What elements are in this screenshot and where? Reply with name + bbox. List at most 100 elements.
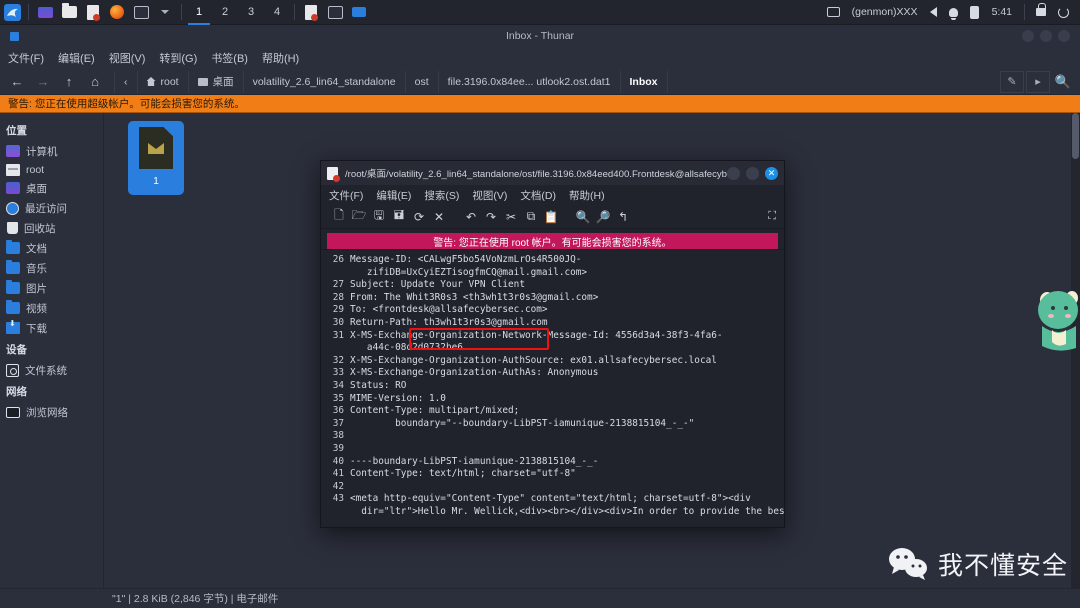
workspace-3[interactable]: 3 (238, 0, 264, 25)
menu-file[interactable]: 文件(F) (8, 50, 44, 66)
menu-view[interactable]: 视图(V) (109, 50, 146, 66)
sidebar-item-root[interactable]: root (0, 161, 103, 178)
pencil-icon[interactable]: ✎ (1000, 70, 1024, 93)
workspace-2[interactable]: 2 (212, 0, 238, 25)
sidebar-item-label: 计算机 (26, 145, 58, 158)
editor-menu-help[interactable]: 帮助(H) (569, 188, 605, 203)
sidebar-item-label: 桌面 (26, 182, 47, 195)
menu-edit[interactable]: 编辑(E) (58, 50, 95, 66)
thunar-titlebar[interactable]: Inbox - Thunar (0, 25, 1080, 47)
sidebar-item-label: 文档 (26, 242, 47, 255)
whisker-menu-icon[interactable] (0, 0, 24, 25)
editor-window-controls: ✕ (727, 166, 778, 180)
breadcrumb-label: 桌面 (212, 76, 234, 88)
chevron-right-icon[interactable]: ▸ (1026, 70, 1050, 93)
sidebar-item-browse-network[interactable]: 浏览网络 (0, 402, 103, 422)
undo-icon[interactable]: ↶ (461, 207, 481, 227)
save-icon[interactable]: 🖫 (369, 207, 389, 227)
redo-icon[interactable]: ↷ (481, 207, 501, 227)
editor-menu-edit[interactable]: 编辑(E) (376, 188, 411, 203)
editor-minimize-button[interactable] (727, 166, 740, 180)
editor-maximize-button[interactable] (746, 166, 759, 180)
sidebar-item-filesystem[interactable]: 文件系统 (0, 360, 103, 380)
file-list-scrollbar[interactable] (1071, 113, 1080, 588)
editor-text-area[interactable]: 26 Message-ID: <CALwgF5bo54VoNzmLrOs4R500… (321, 249, 784, 527)
paste-icon[interactable]: 📋 (541, 207, 561, 227)
editor-app-icon (327, 166, 340, 182)
forward-icon[interactable]: → (32, 71, 54, 93)
sidebar-item-pictures[interactable]: 图片 (0, 278, 103, 298)
display-settings-icon[interactable] (33, 0, 57, 25)
taskbar-thunar-window[interactable] (347, 0, 371, 25)
breadcrumb-desktop[interactable]: 桌面 (189, 70, 244, 93)
launcher-chevron-icon[interactable] (153, 0, 177, 25)
text-line: 41 Content-Type: text/html; charset="utf-… (327, 468, 778, 481)
reload-icon[interactable]: ⟳ (409, 207, 429, 227)
up-icon[interactable]: ↑ (58, 71, 80, 93)
taskbar-terminal-window[interactable] (323, 0, 347, 25)
breadcrumb-ost[interactable]: ost (406, 70, 439, 93)
back-icon[interactable]: ← (6, 71, 28, 93)
screen-icon[interactable] (822, 0, 845, 25)
home-icon[interactable]: ⌂ (84, 71, 106, 93)
terminal-icon[interactable] (129, 0, 153, 25)
find-icon[interactable]: 🔍 (573, 207, 593, 227)
logout-icon[interactable] (1053, 0, 1074, 25)
text-editor-icon[interactable] (81, 0, 105, 25)
cut-icon[interactable]: ✂ (501, 207, 521, 227)
panel-launchers: 1 2 3 4 (0, 0, 371, 25)
breadcrumb-inbox[interactable]: Inbox (621, 70, 668, 93)
editor-titlebar[interactable]: /root/桌面/volatility_2.6_lin64_standalone… (321, 161, 784, 185)
text-line: 27 Subject: Update Your VPN Client (327, 279, 778, 292)
editor-menu-view[interactable]: 视图(V) (472, 188, 507, 203)
file-manager-icon[interactable] (57, 0, 81, 25)
editor-close-button[interactable]: ✕ (765, 166, 778, 180)
sidebar-item-music[interactable]: 音乐 (0, 258, 103, 278)
sidebar-item-videos[interactable]: 视频 (0, 298, 103, 318)
sidebar-item-computer[interactable]: 计算机 (0, 141, 103, 161)
open-file-icon[interactable]: 🗁 (349, 207, 369, 227)
sidebar-item-trash[interactable]: 回收站 (0, 218, 103, 238)
firefox-icon[interactable] (105, 0, 129, 25)
lock-icon[interactable] (1031, 0, 1051, 25)
sidebar-item-downloads[interactable]: 下载 (0, 318, 103, 338)
sidebar-item-documents[interactable]: 文档 (0, 238, 103, 258)
editor-menu-file[interactable]: 文件(F) (329, 188, 363, 203)
editor-menu-documents[interactable]: 文档(D) (520, 188, 556, 203)
list-item[interactable]: 1 (128, 121, 184, 195)
new-file-icon[interactable]: 🗋 (329, 207, 349, 227)
breadcrumb-ostfile[interactable]: file.3196.0x84ee... utlook2.ost.dat1 (439, 70, 621, 93)
speaker-icon[interactable] (925, 0, 942, 25)
panel-divider-3 (294, 4, 295, 20)
taskbar-editor-window[interactable] (299, 0, 323, 25)
scrollbar-thumb[interactable] (1072, 113, 1079, 159)
sidebar-item-desktop[interactable]: 桌面 (0, 178, 103, 198)
goto-line-icon[interactable]: ↰ (613, 207, 633, 227)
text-line: 39 (327, 443, 778, 456)
breadcrumb-overflow[interactable]: ‹ (114, 70, 138, 93)
breadcrumb-root[interactable]: root (138, 70, 189, 93)
menu-help[interactable]: 帮助(H) (262, 50, 299, 66)
genmon-indicator[interactable]: (genmon)XXX (847, 0, 923, 25)
line-number: 41 (332, 468, 344, 480)
editor-menu-search[interactable]: 搜索(S) (424, 188, 459, 203)
replace-icon[interactable]: 🔎 (593, 207, 613, 227)
breadcrumb-volatility[interactable]: volatility_2.6_lin64_standalone (244, 70, 406, 93)
search-icon[interactable]: 🔍 (1052, 71, 1074, 93)
battery-icon[interactable] (965, 0, 984, 25)
save-as-icon[interactable]: 🖬 (389, 207, 409, 227)
clock[interactable]: 5:41 (986, 6, 1018, 18)
close-tab-icon[interactable]: ✕ (429, 207, 449, 227)
copy-icon[interactable]: ⧉ (521, 207, 541, 227)
workspace-1[interactable]: 1 (186, 0, 212, 25)
text-line: a44c-08d2d0732be6 (327, 342, 778, 355)
line-text: ----boundary-LibPST-iamunique-2138815104… (350, 455, 599, 467)
menu-bookmarks[interactable]: 书签(B) (211, 50, 248, 66)
line-text: dir="ltr">Hello Mr. Wellick,<div><br></d… (350, 505, 784, 517)
menu-go[interactable]: 转到(G) (159, 50, 197, 66)
text-line: 34 Status: RO (327, 380, 778, 393)
sidebar-item-recent[interactable]: 最近访问 (0, 198, 103, 218)
workspace-4[interactable]: 4 (264, 0, 290, 25)
bell-icon[interactable] (944, 0, 963, 25)
fullscreen-icon[interactable]: ⛶ (768, 210, 776, 223)
